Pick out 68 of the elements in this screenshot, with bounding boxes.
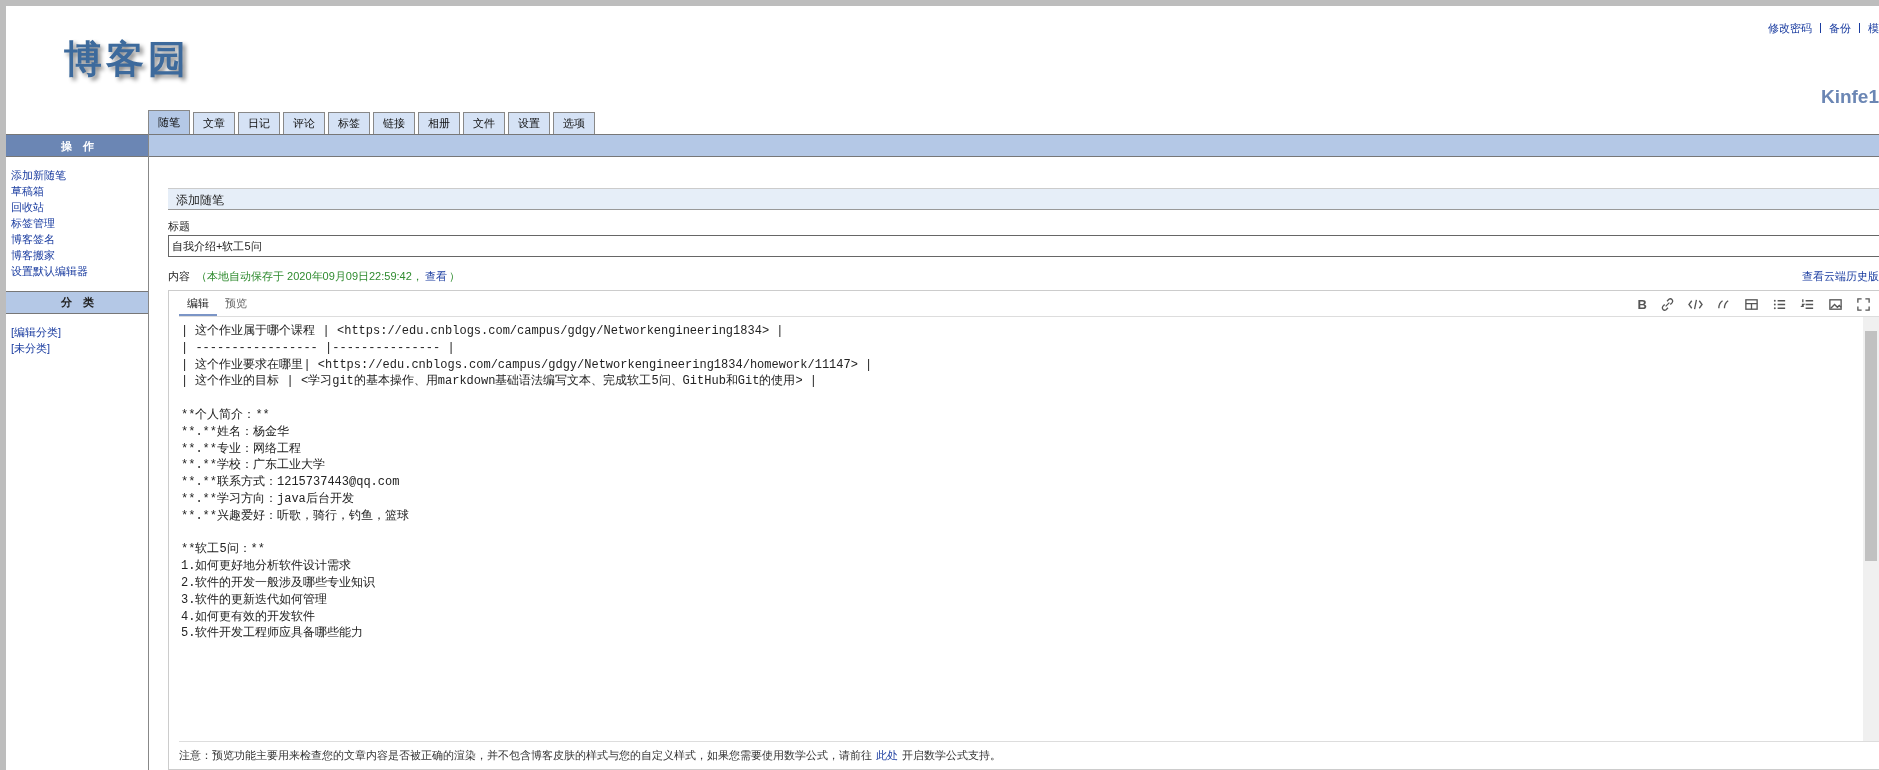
fullscreen-icon[interactable] <box>1856 297 1871 312</box>
title-input-field[interactable]: 自我介绍+软工5问 <box>168 235 1879 257</box>
sidebar-link[interactable]: 标签管理 <box>11 215 55 231</box>
preview-note: 注意：预览功能主要用来检查您的文章内容是否被正确的渲染，并不包含博客皮肤的样式与您的自定义样式，如果您需要使用数学公式，请前往 <box>179 748 872 764</box>
code-icon[interactable] <box>1688 297 1703 312</box>
link-separator <box>1820 23 1821 34</box>
editor-tab[interactable]: 预览 <box>217 292 255 316</box>
sidebar-link[interactable]: 添加新随笔 <box>11 167 66 183</box>
sidebar-link[interactable]: 草稿箱 <box>11 183 44 199</box>
nav-tab[interactable]: 文章 <box>193 112 235 134</box>
bullet-list-icon[interactable] <box>1772 297 1787 312</box>
view-link[interactable]: 查看 <box>424 267 447 285</box>
section-title: 添加随笔 <box>168 188 1879 210</box>
header-link[interactable]: 模 <box>1868 20 1879 37</box>
field-label: 标题 <box>168 219 191 233</box>
code-line: 3.软件的更新迭代如何管理 <box>181 591 328 609</box>
nav-tab[interactable]: 选项 <box>553 112 595 134</box>
code-line: 1.如何更好地分析软件设计需求 <box>181 558 352 575</box>
header-link[interactable]: 修改密码 <box>1768 20 1812 37</box>
code-line: | 这个作业要求在哪里| <https://edu.cnblogs.com/campus/gdgy/Networkengineering1834/homework/11147> | <box>181 356 873 374</box>
sidebar-header: 操 作 <box>6 134 148 157</box>
autosave-note: （本地自动保存于 2020年09月09日22:59:42， <box>196 268 423 284</box>
code-line: **.**学习方向：java后台开发 <box>181 490 354 508</box>
nav-tab[interactable]: 链接 <box>373 112 415 134</box>
code-line: 4.如何更有效的开发软件 <box>181 608 316 626</box>
field-label: 内容 <box>168 268 190 284</box>
code-line: 5.软件开发工程师应具备哪些能力 <box>181 625 364 643</box>
nav-tab[interactable]: 日记 <box>238 112 280 134</box>
code-line: 2.软件的开发一般涉及哪些专业知识 <box>181 574 376 592</box>
code-line: **个人简介：** <box>181 407 270 424</box>
table-icon[interactable] <box>1744 297 1759 312</box>
scrollbar-thumb[interactable] <box>1865 331 1877 561</box>
header-link[interactable]: 备份 <box>1829 20 1851 37</box>
code-line: | 这个作业属于哪个课程 | <https://edu.cnblogs.com/campus/gdgy/Networkengineering1834> | <box>181 323 784 340</box>
bold-button[interactable]: B <box>1637 297 1647 312</box>
sidebar-link[interactable]: [编辑分类] <box>11 324 62 340</box>
nav-tab[interactable]: 评论 <box>283 112 325 134</box>
code-line: **.**兴趣爱好：听歌，骑行，钓鱼，篮球 <box>181 507 409 525</box>
sidebar-link[interactable]: 回收站 <box>11 199 44 215</box>
user-name: Kinfe1 <box>1820 84 1879 109</box>
code-line: | 这个作业的目标 | <学习git的基本操作、用markdown基础语法编写文本、完成软工5问、GitHub和Git的使用> | <box>181 373 818 391</box>
code-line: **软工5问：** <box>181 541 265 559</box>
sidebar-link[interactable]: 设置默认编辑器 <box>11 263 88 279</box>
code-line: | ----------------- |--------------- | <box>181 339 455 357</box>
link-icon[interactable] <box>1660 297 1675 312</box>
scrollbar[interactable] <box>1863 317 1879 741</box>
nav-tab[interactable]: 设置 <box>508 112 550 134</box>
nav-tab[interactable]: 标签 <box>328 112 370 134</box>
logo-text: 博客园 <box>64 36 190 81</box>
sidebar-link[interactable]: 博客搬家 <box>11 247 55 263</box>
autosave-note-end: ） <box>448 268 460 284</box>
image-icon[interactable] <box>1828 297 1843 312</box>
sidebar-header: 分 类 <box>6 291 148 314</box>
numbered-list-icon[interactable] <box>1800 297 1815 312</box>
nav-tab[interactable]: 文件 <box>463 112 505 134</box>
code-line: **.**学校：广东工业大学 <box>181 457 325 475</box>
code-line: **.**专业：网络工程 <box>181 440 301 458</box>
nav-tab[interactable]: 相册 <box>418 112 460 134</box>
settings-link[interactable]: 此处 <box>876 747 898 764</box>
sidebar-link[interactable]: 博客签名 <box>11 231 55 247</box>
link-separator <box>1859 23 1860 34</box>
sidebar-link[interactable]: [未分类] <box>11 340 51 356</box>
code-line: **.**联系方式：1215737443@qq.com <box>181 474 400 491</box>
nav-tab[interactable]: 随笔 <box>148 110 190 134</box>
preview-note-end: 开启数学公式支持。 <box>902 748 1001 764</box>
code-line: **.**姓名：杨金华 <box>181 423 289 441</box>
cloud-history-link[interactable]: 查看云端历史版 <box>1802 267 1879 285</box>
editor-tab[interactable]: 编辑 <box>179 292 217 316</box>
